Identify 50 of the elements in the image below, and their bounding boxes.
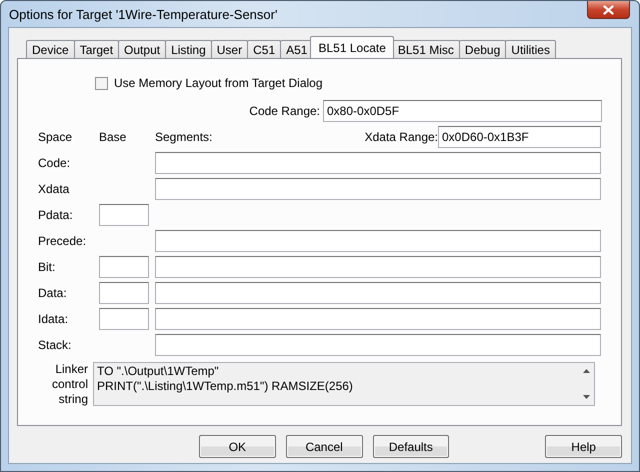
field-label: Xdata Range: [364, 130, 438, 144]
field-label: Data: [38, 286, 68, 300]
scroll-down-icon[interactable] [582, 395, 590, 399]
column-header: Segments: [155, 130, 212, 144]
input-field[interactable] [155, 178, 601, 200]
column-header: Space [38, 130, 74, 144]
tab[interactable]: Debug [458, 40, 506, 58]
window-title: Options for Target '1Wire-Temperature-Sensor' [8, 6, 278, 22]
input-field[interactable]: 0x0D60-0x1B3F [438, 126, 601, 148]
field-label: Precede: [38, 234, 88, 248]
close-button[interactable] [587, 1, 630, 19]
tab[interactable]: Device [26, 40, 75, 58]
field-label: Linker control string [50, 362, 88, 407]
tab[interactable]: Listing [165, 40, 212, 58]
field-label: Code: [38, 156, 72, 170]
input-field[interactable] [155, 334, 601, 356]
tab[interactable]: Target [74, 40, 120, 58]
dialog-button[interactable]: Help [545, 435, 622, 458]
tab[interactable]: User [210, 40, 248, 58]
field-label: Xdata [38, 182, 70, 196]
tab[interactable]: BL51 Locate [310, 36, 394, 58]
input-field[interactable] [155, 152, 601, 174]
input-field[interactable] [99, 308, 149, 330]
checkbox-label[interactable]: Use Memory Layout from Target Dialog [114, 76, 323, 90]
dialog-button[interactable]: Cancel [286, 435, 362, 458]
input-field[interactable] [155, 256, 601, 278]
input-field[interactable] [99, 256, 149, 278]
checkbox[interactable] [95, 76, 108, 90]
tab[interactable]: BL51 Misc [392, 40, 460, 58]
tab[interactable]: Utilities [505, 40, 556, 58]
tab[interactable]: Output [118, 40, 166, 58]
field-label: Stack: [38, 338, 72, 352]
close-icon [603, 4, 614, 14]
input-field[interactable] [155, 308, 601, 330]
column-header: Base [99, 130, 128, 144]
input-field[interactable] [155, 230, 601, 252]
field-label: Idata: [38, 312, 70, 326]
text-area[interactable]: TO ".\Output\1WTemp" PRINT(".\Listing\1WTemp.m51") RAMSIZE(256) [93, 362, 595, 406]
field-label: Code Range: [249, 104, 320, 118]
dialog-button[interactable]: Defaults [372, 435, 450, 458]
text-area-content: TO ".\Output\1WTemp" PRINT(".\Listing\1WTemp.m51") RAMSIZE(256) [96, 363, 354, 395]
input-field[interactable] [99, 282, 149, 304]
input-field[interactable] [155, 282, 601, 304]
input-field[interactable]: 0x80-0x0D5F [323, 100, 602, 122]
field-label: Bit: [38, 260, 56, 274]
dialog-button[interactable]: OK [199, 435, 276, 458]
scroll-up-icon[interactable] [582, 369, 590, 373]
field-label: Pdata: [38, 208, 74, 222]
input-field[interactable] [99, 204, 149, 226]
tab[interactable]: C51 [247, 40, 282, 58]
